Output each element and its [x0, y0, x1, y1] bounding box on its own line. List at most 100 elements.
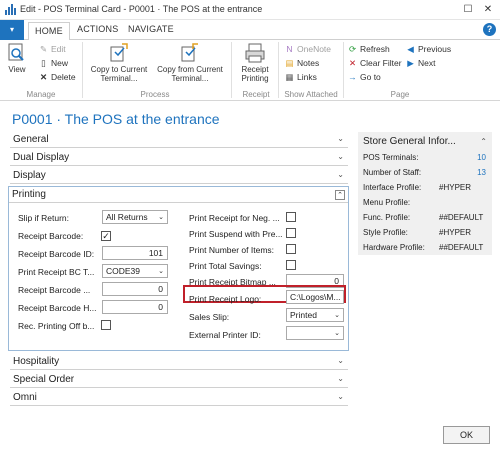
- links-button[interactable]: ▦ Links: [284, 71, 316, 83]
- onenote-button[interactable]: N OneNote: [284, 43, 331, 55]
- tab-home[interactable]: HOME: [28, 22, 70, 41]
- app-icon: [5, 4, 16, 15]
- new-button[interactable]: ▯ New: [38, 57, 68, 69]
- close-icon[interactable]: ✕: [480, 2, 496, 18]
- next-button[interactable]: ▶ Next: [405, 57, 435, 69]
- factbox-label-pos-terminals: POS Terminals:: [363, 153, 419, 162]
- view-button[interactable]: View: [4, 42, 30, 74]
- delete-button[interactable]: ✕ Delete: [38, 71, 76, 83]
- fasttab-hospitality-title: Hospitality: [13, 356, 60, 367]
- fasttab-display[interactable]: Display ⌄: [10, 168, 348, 184]
- go-to-button[interactable]: → Go to: [347, 71, 381, 83]
- chevron-down-icon: ⌄: [337, 356, 344, 365]
- rec-printing-off-checkbox[interactable]: [101, 320, 111, 330]
- factbox-label-style-profile: Style Profile:: [363, 228, 408, 237]
- edit-button[interactable]: ✎ Edit: [38, 43, 66, 55]
- receipt-printing-label-1: Receipt: [241, 65, 269, 74]
- print-suspend-label: Print Suspend with Pre...: [189, 229, 283, 239]
- factbox-label-interface-profile: Interface Profile:: [363, 183, 422, 192]
- receipt-barcode-id-field[interactable]: 101: [102, 246, 168, 260]
- print-receipt-bc-select[interactable]: CODE39 ⌄: [102, 264, 168, 278]
- factbox-label-func-profile: Func. Profile:: [363, 213, 411, 222]
- refresh-label: Refresh: [360, 44, 390, 54]
- tab-navigate[interactable]: NAVIGATE: [128, 24, 174, 34]
- factbox-value-style-profile: #HYPER: [439, 228, 472, 237]
- refresh-button[interactable]: ⟳ Refresh: [347, 43, 390, 55]
- ribbon-separator: [278, 42, 279, 98]
- maximize-icon[interactable]: ☐: [460, 2, 476, 18]
- fasttab-special-order-title: Special Order: [13, 374, 75, 385]
- external-printer-id-select[interactable]: ⌄: [286, 326, 344, 340]
- view-icon: [8, 43, 24, 61]
- chevron-down-icon: ⌄: [158, 268, 164, 275]
- receipt-barcode-h-field[interactable]: 0: [102, 300, 168, 314]
- chevron-down-icon: ⌄: [337, 374, 344, 383]
- fasttab-printing-header[interactable]: Printing ⌃: [9, 187, 348, 203]
- copy-to-current-terminal-button[interactable]: Copy to Current Terminal...: [86, 42, 152, 83]
- ok-button[interactable]: OK: [443, 426, 490, 444]
- tab-actions[interactable]: ACTIONS: [77, 24, 118, 34]
- copy-from-current-terminal-button[interactable]: Copy from Current Terminal...: [153, 42, 227, 83]
- print-receipt-neg-checkbox[interactable]: [286, 212, 296, 222]
- fasttab-special-order[interactable]: Special Order ⌄: [10, 372, 348, 388]
- copy-from-icon: [181, 43, 198, 62]
- notes-label: Notes: [297, 58, 320, 68]
- print-suspend-checkbox[interactable]: [286, 228, 296, 238]
- group-label-page: Page: [390, 90, 410, 99]
- print-receipt-logo-field[interactable]: C:\Logos\M...: [286, 290, 344, 304]
- help-icon[interactable]: ?: [483, 23, 496, 36]
- chevron-down-icon: ⌄: [158, 214, 164, 221]
- next-icon: ▶: [407, 58, 414, 68]
- fasttab-omni[interactable]: Omni ⌄: [10, 390, 348, 406]
- factbox-label-hardware-profile: Hardware Profile:: [363, 243, 425, 252]
- ribbon: View ✎ Edit ▯ New ✕ Delete Manage Copy to C…: [0, 40, 500, 101]
- ribbon-separator: [82, 42, 83, 98]
- factbox-value-interface-profile: #HYPER: [439, 183, 472, 192]
- onenote-label: OneNote: [297, 44, 332, 54]
- group-label-receipt: Receipt: [242, 90, 270, 99]
- fasttab-general[interactable]: General ⌄: [10, 132, 348, 148]
- receipt-barcode-checkbox[interactable]: ✓: [101, 231, 111, 241]
- sales-slip-value: Printed: [290, 310, 317, 320]
- fasttab-hospitality[interactable]: Hospitality ⌄: [10, 354, 348, 370]
- factbox-title: Store General Infor...: [363, 136, 456, 147]
- next-label: Next: [418, 58, 436, 68]
- chevron-down-icon: ⌄: [337, 392, 344, 401]
- chevron-up-icon[interactable]: ⌃: [480, 137, 487, 146]
- previous-button[interactable]: ◀ Previous: [405, 43, 451, 55]
- fasttab-dual-display[interactable]: Dual Display ⌄: [10, 150, 348, 166]
- sales-slip-select[interactable]: Printed ⌄: [286, 308, 344, 322]
- factbox-value-hardware-profile: ##DEFAULT: [439, 243, 484, 252]
- notes-icon: ▤: [285, 58, 294, 68]
- factbox-value-pos-terminals[interactable]: 10: [477, 153, 486, 162]
- copy-from-label-1: Copy from Current: [157, 65, 223, 74]
- chevron-up-icon[interactable]: ⌃: [335, 190, 345, 200]
- sales-slip-label: Sales Slip:: [189, 312, 230, 322]
- ribbon-separator: [231, 42, 232, 98]
- receipt-printing-button[interactable]: Receipt Printing: [235, 42, 275, 83]
- group-label-show-attached: Show Attached: [284, 90, 338, 99]
- window-title: Edit - POS Terminal Card - P0001 · The P…: [20, 4, 263, 14]
- print-total-savings-checkbox[interactable]: [286, 260, 296, 270]
- view-label: View: [8, 65, 26, 74]
- title-bar: Edit - POS Terminal Card - P0001 · The P…: [0, 0, 500, 20]
- slip-if-return-select[interactable]: All Returns ⌄: [102, 210, 168, 224]
- clear-filter-button[interactable]: ✕ Clear Filter: [347, 57, 402, 69]
- clear-filter-label: Clear Filter: [360, 58, 402, 68]
- fasttab-general-title: General: [13, 134, 49, 145]
- onenote-icon: N: [286, 44, 293, 54]
- copy-to-label-2: Terminal...: [100, 74, 138, 83]
- receipt-barcode-x-field[interactable]: 0: [102, 282, 168, 296]
- chevron-down-icon: ⌄: [334, 330, 340, 337]
- receipt-printing-icon: [245, 43, 265, 63]
- factbox-value-func-profile: ##DEFAULT: [439, 213, 484, 222]
- page-title: P0001 · The POS at the entrance: [12, 111, 220, 127]
- app-menu-button[interactable]: ▾: [0, 20, 24, 40]
- slip-if-return-value: All Returns: [106, 212, 148, 222]
- print-number-items-checkbox[interactable]: [286, 244, 296, 254]
- links-icon: ▦: [285, 72, 294, 82]
- receipt-barcode-h-label: Receipt Barcode H...: [18, 303, 97, 313]
- factbox-value-number-of-staff[interactable]: 13: [477, 168, 486, 177]
- notes-button[interactable]: ▤ Notes: [284, 57, 319, 69]
- refresh-icon: ⟳: [348, 44, 357, 54]
